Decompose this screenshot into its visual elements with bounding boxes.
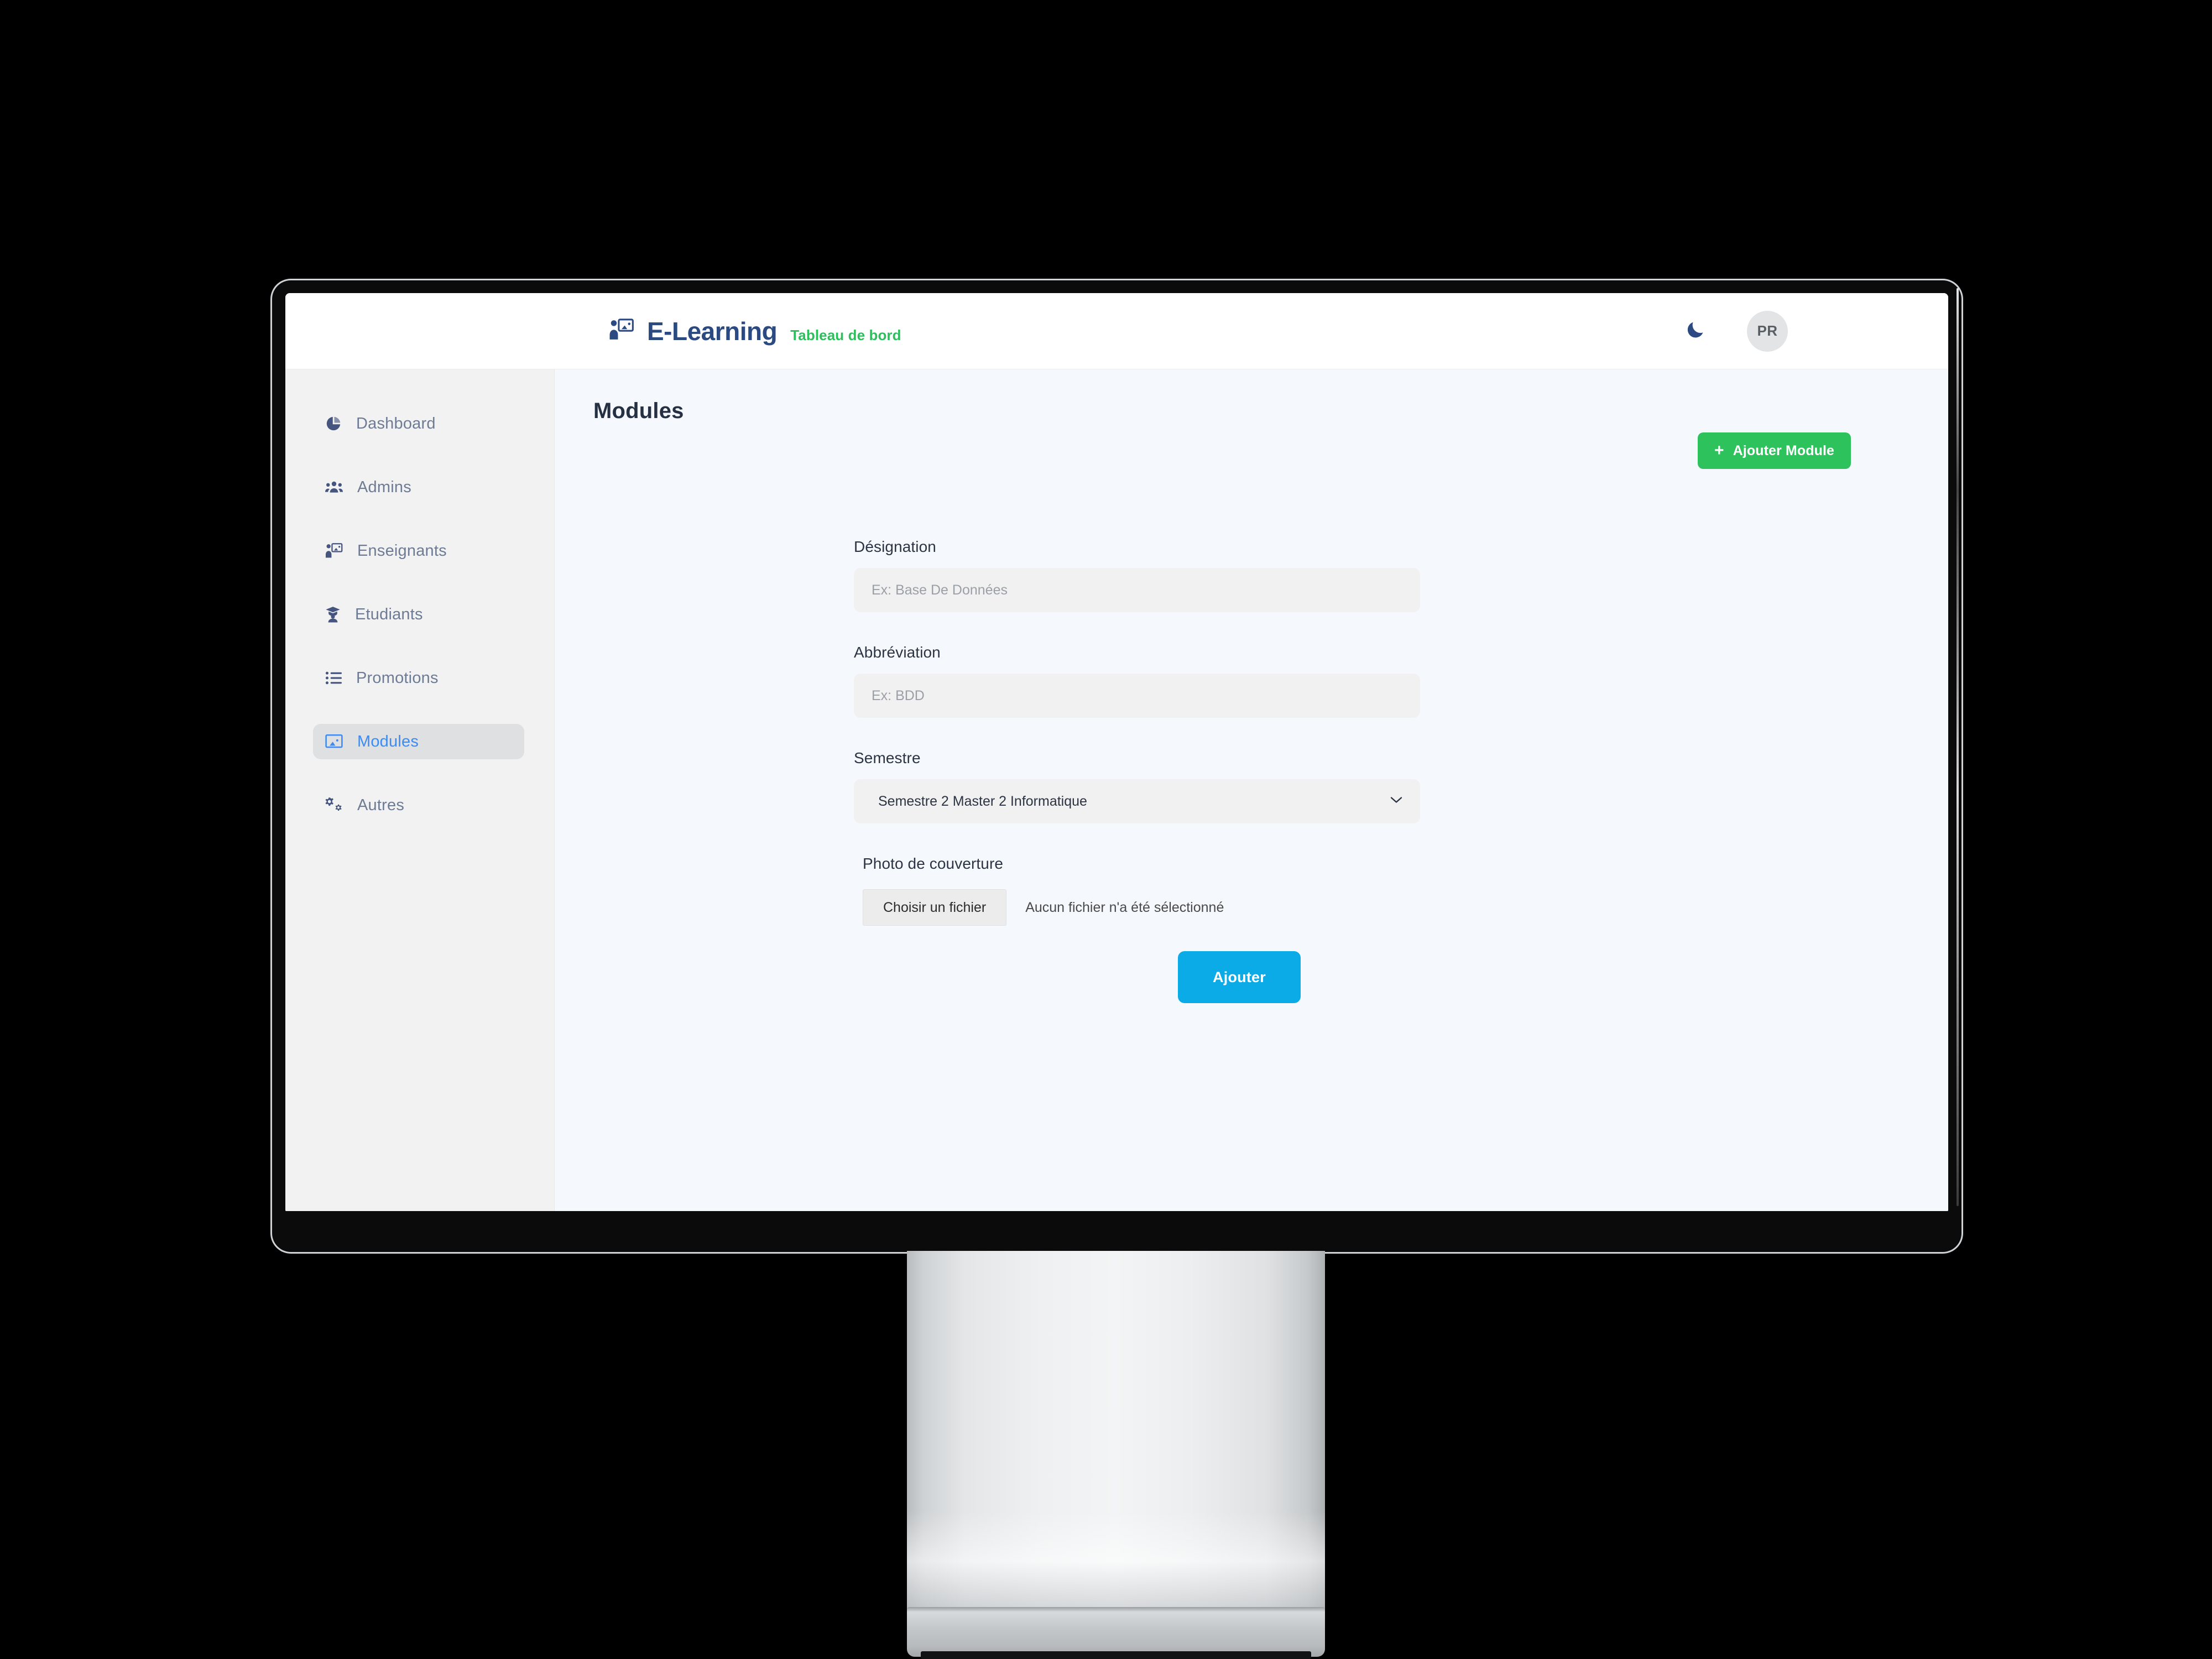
cogs-icon (325, 797, 343, 813)
moon-icon[interactable] (1685, 319, 1706, 343)
sidebar: Dashboard Admins Enseignants Etudiants P… (285, 369, 555, 1211)
photo-label: Photo de couverture (863, 855, 1004, 872)
field-semestre: Semestre Semestre 2 Master 2 Informatiqu… (854, 749, 1429, 823)
module-form: Désignation Abbréviation Semestre Semest… (854, 538, 1429, 957)
sidebar-item-label: Modules (357, 732, 419, 750)
semestre-select[interactable]: Semestre 2 Master 2 Informatique (854, 779, 1420, 823)
brand-subtitle: Tableau de bord (790, 326, 901, 343)
monitor-mockup: E-Learning Tableau de bord PR Dashboard … (272, 280, 1961, 1252)
main-content: Modules + Ajouter Module Désignation Abb… (555, 369, 1948, 1211)
sidebar-item-label: Etudiants (355, 605, 423, 623)
abbreviation-input[interactable] (854, 674, 1420, 718)
semestre-select-wrap: Semestre 2 Master 2 Informatique (854, 779, 1420, 823)
header-actions: PR (1685, 310, 1788, 352)
file-status-text: Aucun fichier n'a été sélectionné (1025, 899, 1224, 915)
sidebar-item-label: Promotions (356, 669, 439, 687)
choose-file-button[interactable]: Choisir un fichier (863, 889, 1007, 926)
designation-label: Désignation (854, 538, 936, 555)
chalkboard-teacher-icon (325, 543, 343, 559)
users-group-icon (325, 480, 343, 494)
field-photo-couverture: Photo de couverture Choisir un fichier A… (854, 855, 1429, 926)
sidebar-item-label: Admins (357, 478, 411, 496)
field-designation: Désignation (854, 538, 1429, 612)
monitor-stand-base-shadow (921, 1651, 1311, 1659)
abbreviation-label: Abbréviation (854, 644, 941, 661)
brand-name: E-Learning (647, 316, 778, 346)
add-module-button[interactable]: + Ajouter Module (1698, 432, 1851, 469)
page-title: Modules (593, 399, 684, 423)
sidebar-item-dashboard[interactable]: Dashboard (313, 406, 524, 441)
plus-icon: + (1714, 441, 1724, 460)
screen: E-Learning Tableau de bord PR Dashboard … (285, 293, 1948, 1211)
app-body: Dashboard Admins Enseignants Etudiants P… (285, 369, 1948, 1211)
add-module-button-label: Ajouter Module (1733, 442, 1834, 458)
brand-logo[interactable]: E-Learning Tableau de bord (609, 316, 901, 346)
chalkboard-teacher-icon (609, 319, 634, 343)
chalkboard-icon (325, 734, 343, 749)
sidebar-item-etudiants[interactable]: Etudiants (313, 597, 524, 632)
sidebar-item-enseignants[interactable]: Enseignants (313, 533, 524, 568)
sidebar-item-label: Dashboard (356, 414, 436, 432)
monitor-stand-neck (907, 1251, 1325, 1616)
monitor-stand-base (907, 1607, 1325, 1657)
sidebar-item-autres[interactable]: Autres (313, 787, 524, 823)
file-input-row: Choisir un fichier Aucun fichier n'a été… (863, 889, 1429, 926)
sidebar-item-modules[interactable]: Modules (313, 724, 524, 759)
pie-chart-icon (325, 415, 342, 432)
bezel-highlight (1957, 288, 1959, 1206)
sidebar-item-label: Autres (357, 796, 405, 814)
sidebar-item-admins[interactable]: Admins (313, 469, 524, 505)
list-ul-icon (325, 671, 342, 685)
submit-button[interactable]: Ajouter (1178, 951, 1301, 1003)
semestre-label: Semestre (854, 749, 921, 766)
sidebar-item-label: Enseignants (357, 541, 447, 560)
app-header: E-Learning Tableau de bord PR (285, 293, 1948, 369)
field-abbreviation: Abbréviation (854, 644, 1429, 718)
avatar[interactable]: PR (1747, 310, 1788, 352)
designation-input[interactable] (854, 568, 1420, 612)
user-graduate-icon (325, 606, 341, 623)
sidebar-item-promotions[interactable]: Promotions (313, 660, 524, 696)
